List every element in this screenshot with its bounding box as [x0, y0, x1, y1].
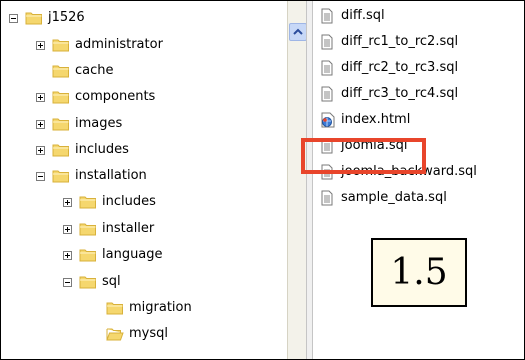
folder-icon — [25, 11, 43, 25]
file-name: diff_rc1_to_rc2.sql — [341, 34, 459, 49]
tree-item-label: migration — [129, 300, 192, 315]
tree-item[interactable]: cache — [1, 60, 287, 82]
html-file-icon — [321, 112, 335, 128]
tree-item[interactable]: installation — [1, 165, 287, 187]
tree-item[interactable]: includes — [1, 191, 287, 213]
tree-item-label: mysql — [129, 326, 168, 341]
tree-item[interactable]: migration — [1, 297, 287, 319]
expand-icon[interactable] — [63, 198, 72, 207]
expand-icon[interactable] — [63, 225, 72, 234]
scroll-up-button[interactable] — [289, 23, 307, 41]
collapse-icon[interactable] — [63, 278, 72, 287]
text-file-icon — [321, 86, 333, 102]
tree-item[interactable]: components — [1, 86, 287, 108]
tree-scrollbar[interactable] — [287, 1, 307, 359]
folder-tree: j1526 administrator cache components images i… — [1, 1, 287, 359]
tree-item-label: j1526 — [48, 10, 85, 25]
expand-icon[interactable] — [36, 93, 45, 102]
version-label: 1.5 — [390, 252, 448, 293]
tree-item-label: images — [75, 116, 123, 131]
tree-item[interactable]: images — [1, 113, 287, 135]
pane-splitter[interactable] — [306, 1, 313, 359]
collapse-icon[interactable] — [9, 14, 18, 23]
folder-icon — [52, 38, 70, 52]
highlight-box — [301, 138, 426, 174]
tree-item[interactable]: administrator — [1, 34, 287, 56]
tree-item-label: cache — [75, 63, 114, 78]
expand-icon[interactable] — [63, 251, 72, 260]
version-label-box: 1.5 — [371, 238, 467, 307]
folder-open-icon — [106, 327, 124, 341]
tree-item-label: sql — [102, 274, 121, 289]
tree-item[interactable]: sql — [1, 271, 287, 293]
tree-item[interactable]: includes — [1, 139, 287, 161]
text-file-icon — [321, 190, 333, 206]
file-name: diff_rc3_to_rc4.sql — [341, 86, 459, 101]
tree-item-label: administrator — [75, 37, 163, 52]
text-file-icon — [321, 8, 333, 24]
folder-icon — [52, 90, 70, 104]
tree-item-label: includes — [75, 142, 129, 157]
file-name: sample_data.sql — [341, 190, 447, 205]
tree-item[interactable]: j1526 — [1, 7, 287, 29]
tree-item-label: installation — [75, 168, 147, 183]
tree-item-label: includes — [102, 194, 156, 209]
tree-item[interactable]: installer — [1, 218, 287, 240]
folder-icon — [106, 301, 124, 315]
tree-item-label: installer — [102, 221, 155, 236]
file-name: diff.sql — [341, 8, 385, 23]
folder-icon — [79, 248, 97, 262]
chevron-up-icon — [293, 28, 303, 35]
file-name: diff_rc2_to_rc3.sql — [341, 60, 459, 75]
text-file-icon — [321, 60, 333, 76]
folder-icon — [52, 169, 70, 183]
text-file-icon — [321, 34, 333, 50]
tree-item-label: language — [102, 247, 163, 262]
tree-item[interactable]: language — [1, 244, 287, 266]
expand-icon[interactable] — [36, 120, 45, 129]
expand-icon[interactable] — [36, 146, 45, 155]
tree-item[interactable]: mysql — [1, 323, 287, 345]
tree-item-label: components — [75, 89, 156, 104]
folder-icon — [52, 117, 70, 131]
folder-icon — [79, 195, 97, 209]
collapse-icon[interactable] — [36, 172, 45, 181]
folder-icon — [79, 275, 97, 289]
expand-icon[interactable] — [36, 41, 45, 50]
folder-icon — [52, 143, 70, 157]
folder-icon — [79, 222, 97, 236]
folder-icon — [52, 64, 70, 78]
file-name: index.html — [341, 112, 411, 127]
